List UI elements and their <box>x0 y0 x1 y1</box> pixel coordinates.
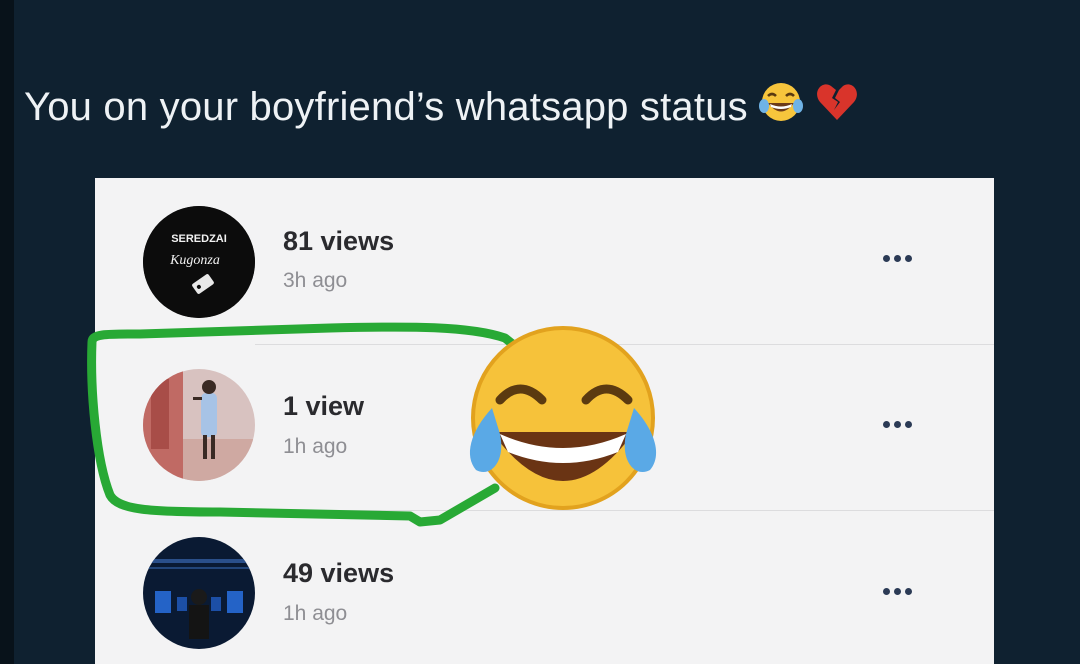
meme-caption: You on your boyfriend’s whatsapp status <box>24 80 860 134</box>
more-options-icon[interactable] <box>883 421 912 428</box>
more-options-icon[interactable] <box>883 588 912 595</box>
status-viewers-card: SEREDZAI Kugonza 81 views 3h ago 1 view … <box>95 178 994 664</box>
avatar-signature-text: Kugonza <box>169 253 220 268</box>
status-time: 1h ago <box>283 602 348 625</box>
status-row[interactable]: SEREDZAI Kugonza 81 views 3h ago <box>95 178 994 344</box>
views-count: 81 views <box>283 226 395 256</box>
face-with-tears-of-joy-icon <box>758 80 804 134</box>
views-count: 1 view <box>283 391 365 421</box>
caption-text: You on your boyfriend’s whatsapp status <box>24 84 748 129</box>
status-row[interactable]: 49 views 1h ago <box>95 511 994 664</box>
avatar-brand-text: SEREDZAI <box>171 233 227 245</box>
broken-heart-icon <box>814 80 860 134</box>
views-count: 49 views <box>283 558 395 588</box>
avatar-photo <box>143 369 255 481</box>
avatar-photo <box>143 537 255 649</box>
more-options-icon[interactable] <box>883 255 912 262</box>
status-time: 1h ago <box>283 435 348 458</box>
status-time: 3h ago <box>283 269 348 292</box>
avatar: SEREDZAI Kugonza <box>143 206 255 318</box>
frame-edge <box>0 0 14 664</box>
status-row-highlighted[interactable]: 1 view 1h ago <box>95 345 994 511</box>
